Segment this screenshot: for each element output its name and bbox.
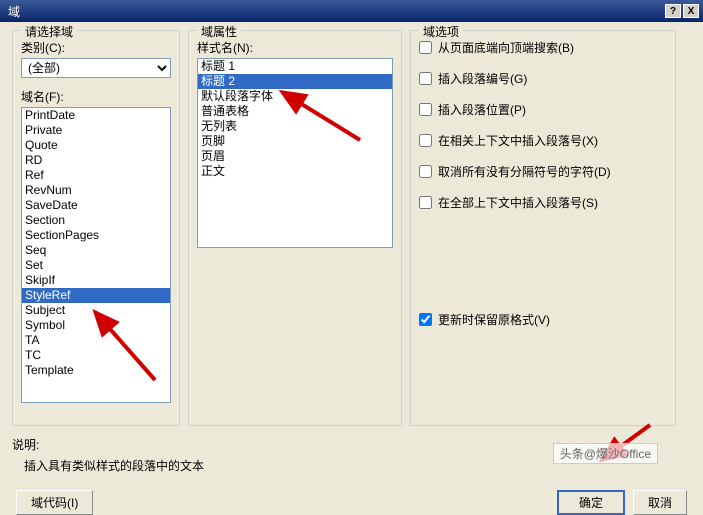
field-item[interactable]: Seq	[22, 243, 170, 258]
option-row: 插入段落编号(G)	[419, 70, 667, 87]
option-row: 插入段落位置(P)	[419, 101, 667, 118]
group-title: 域选项	[419, 23, 463, 40]
style-item[interactable]: 标题 2	[198, 74, 392, 89]
option-checkbox[interactable]	[419, 103, 432, 116]
style-item[interactable]: 页脚	[198, 134, 392, 149]
group-title: 请选择域	[21, 23, 77, 40]
field-item[interactable]: RevNum	[22, 183, 170, 198]
field-item[interactable]: Template	[22, 363, 170, 378]
select-field-group: 请选择域 类别(C): (全部) 域名(F): PrintDatePrivate…	[12, 30, 180, 426]
style-item[interactable]: 正文	[198, 164, 392, 179]
option-label: 取消所有没有分隔符号的字符(D)	[438, 163, 611, 180]
fieldcodes-button[interactable]: 域代码(I)	[16, 490, 93, 515]
preserve-format-checkbox[interactable]	[419, 313, 432, 326]
option-checkbox[interactable]	[419, 134, 432, 147]
titlebar-buttons: ? X	[665, 4, 699, 18]
field-item[interactable]: Section	[22, 213, 170, 228]
window-title: 域	[4, 3, 665, 20]
option-row: 在相关上下文中插入段落号(X)	[419, 132, 667, 149]
field-item[interactable]: Quote	[22, 138, 170, 153]
style-item[interactable]: 页眉	[198, 149, 392, 164]
cancel-button[interactable]: 取消	[633, 490, 687, 515]
stylename-listbox[interactable]: 标题 1标题 2默认段落字体普通表格无列表页脚页眉正文	[197, 58, 393, 248]
option-checkbox[interactable]	[419, 196, 432, 209]
option-label: 插入段落位置(P)	[438, 101, 526, 118]
style-item[interactable]: 普通表格	[198, 104, 392, 119]
field-item[interactable]: Private	[22, 123, 170, 138]
field-item[interactable]: StyleRef	[22, 288, 170, 303]
field-item[interactable]: TC	[22, 348, 170, 363]
dialog-content: 请选择域 类别(C): (全部) 域名(F): PrintDatePrivate…	[0, 22, 703, 506]
help-button[interactable]: ?	[665, 4, 681, 18]
watermark: 头条@爆沙Office	[553, 443, 658, 464]
group-title: 域属性	[197, 23, 241, 40]
option-label: 在全部上下文中插入段落号(S)	[438, 194, 598, 211]
ok-button[interactable]: 确定	[557, 490, 625, 515]
option-label: 在相关上下文中插入段落号(X)	[438, 132, 598, 149]
fieldname-listbox[interactable]: PrintDatePrivateQuoteRDRefRevNumSaveDate…	[21, 107, 171, 403]
style-item[interactable]: 无列表	[198, 119, 392, 134]
option-row: 取消所有没有分隔符号的字符(D)	[419, 163, 667, 180]
option-row: 在全部上下文中插入段落号(S)	[419, 194, 667, 211]
fieldname-label: 域名(F):	[21, 88, 171, 105]
option-checkbox[interactable]	[419, 72, 432, 85]
stylename-label: 样式名(N):	[197, 39, 393, 56]
option-row: 从页面底端向顶端搜索(B)	[419, 39, 667, 56]
preserve-format-label: 更新时保留原格式(V)	[438, 311, 550, 328]
field-options-group: 域选项 从页面底端向顶端搜索(B)插入段落编号(G)插入段落位置(P)在相关上下…	[410, 30, 676, 426]
field-item[interactable]: SkipIf	[22, 273, 170, 288]
field-item[interactable]: Symbol	[22, 318, 170, 333]
option-label: 插入段落编号(G)	[438, 70, 527, 87]
field-item[interactable]: Set	[22, 258, 170, 273]
field-properties-group: 域属性 样式名(N): 标题 1标题 2默认段落字体普通表格无列表页脚页眉正文	[188, 30, 402, 426]
field-item[interactable]: SaveDate	[22, 198, 170, 213]
field-item[interactable]: Subject	[22, 303, 170, 318]
field-item[interactable]: Ref	[22, 168, 170, 183]
field-item[interactable]: PrintDate	[22, 108, 170, 123]
option-label: 从页面底端向顶端搜索(B)	[438, 39, 574, 56]
field-item[interactable]: SectionPages	[22, 228, 170, 243]
preserve-format-row: 更新时保留原格式(V)	[419, 311, 667, 328]
field-item[interactable]: RD	[22, 153, 170, 168]
field-item[interactable]: TA	[22, 333, 170, 348]
option-checkbox[interactable]	[419, 41, 432, 54]
close-button[interactable]: X	[683, 4, 699, 18]
button-row: 域代码(I) 确定 取消	[12, 490, 691, 515]
style-item[interactable]: 标题 1	[198, 59, 392, 74]
title-bar: 域 ? X	[0, 0, 703, 22]
category-label: 类别(C):	[21, 39, 171, 56]
category-combo[interactable]: (全部)	[21, 58, 171, 78]
option-checkbox[interactable]	[419, 165, 432, 178]
style-item[interactable]: 默认段落字体	[198, 89, 392, 104]
